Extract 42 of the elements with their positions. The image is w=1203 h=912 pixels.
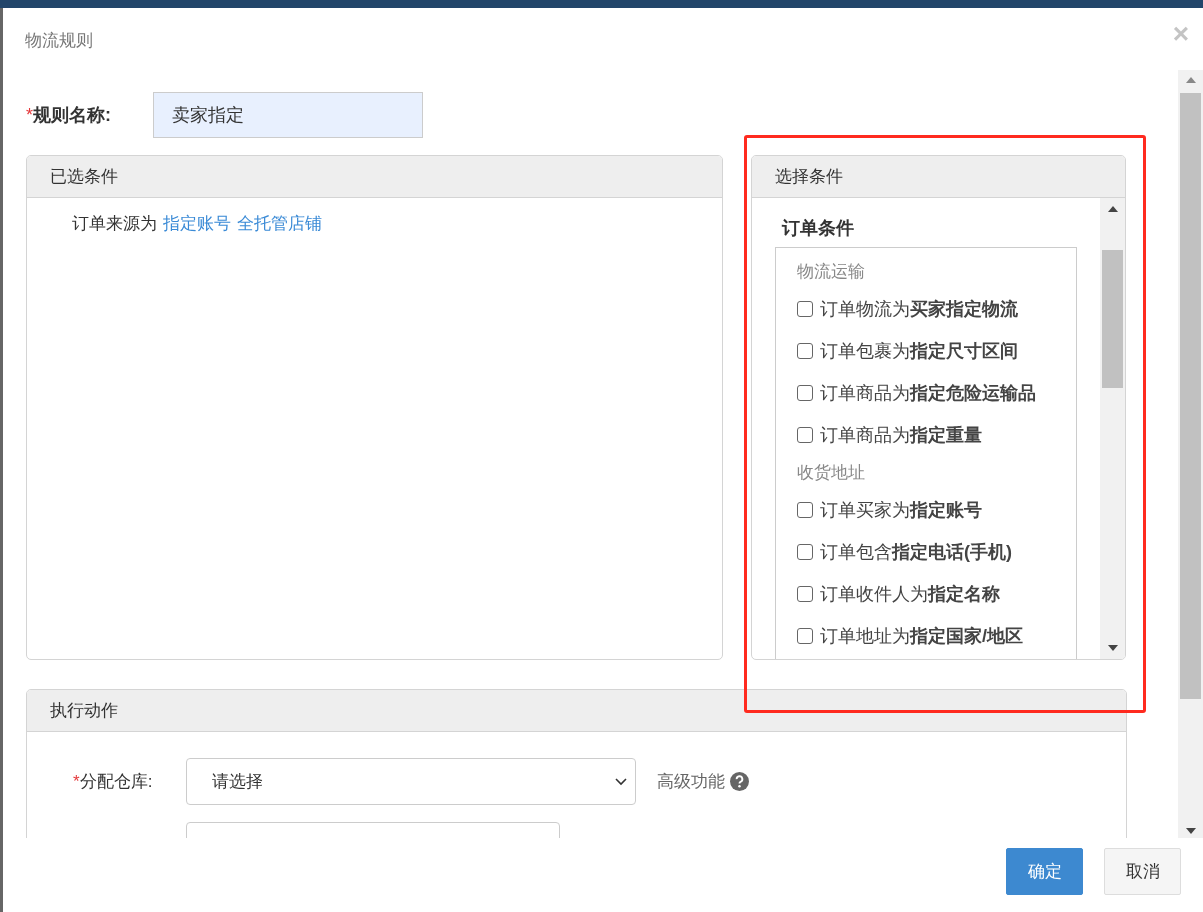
scroll-down-icon[interactable] xyxy=(1185,828,1196,834)
scroll-up-icon[interactable] xyxy=(1107,206,1118,212)
scroll-down-icon[interactable] xyxy=(1107,645,1118,651)
panel-title: 已选条件 xyxy=(50,166,118,188)
option-label: 订单收件人为指定名称 xyxy=(820,583,1000,606)
checkbox[interactable] xyxy=(797,502,813,518)
condition-link[interactable]: 全托管店铺 xyxy=(237,212,322,235)
required-mark: * xyxy=(73,772,80,791)
checkbox[interactable] xyxy=(797,385,813,401)
option-label: 订单商品为指定危险运输品 xyxy=(820,382,1036,405)
panel-title: 执行动作 xyxy=(50,700,118,722)
checkbox[interactable] xyxy=(797,301,813,317)
option-label: 订单物流为买家指定物流 xyxy=(820,298,1018,321)
field-label: 分配仓库: xyxy=(79,772,153,791)
checkbox[interactable] xyxy=(797,343,813,359)
scrollbar-thumb[interactable] xyxy=(1102,250,1123,388)
help-icon[interactable] xyxy=(730,772,749,791)
panel-title: 选择条件 xyxy=(775,166,843,188)
group-title: 物流运输 xyxy=(797,261,866,283)
confirm-button[interactable]: 确定 xyxy=(1006,848,1083,895)
advanced-label: 高级功能 xyxy=(657,771,725,793)
option-label: 订单商品为指定重量 xyxy=(820,424,982,447)
option-label: 订单地址为指定国家/地区 xyxy=(820,625,1023,648)
warehouse-select[interactable]: 请选择 xyxy=(186,758,636,805)
section-title: 订单条件 xyxy=(782,217,855,240)
rule-name-label: 规则名称: xyxy=(33,105,111,125)
checkbox[interactable] xyxy=(797,427,813,443)
option-label: 订单包含指定电话(手机) xyxy=(820,541,1012,564)
checkbox[interactable] xyxy=(797,586,813,602)
option-label: 订单包裹为指定尺寸区间 xyxy=(820,340,1018,363)
condition-link[interactable]: 指定账号 xyxy=(163,212,231,235)
checkbox[interactable] xyxy=(797,544,813,560)
chevron-down-icon xyxy=(615,777,627,786)
dialog-title: 物流规则 xyxy=(25,29,93,52)
condition-text: 订单来源为 xyxy=(72,213,157,235)
checkbox[interactable] xyxy=(797,628,813,644)
scrollbar-thumb[interactable] xyxy=(1180,93,1201,699)
rule-name-field[interactable]: 卖家指定 xyxy=(153,92,423,138)
cancel-button[interactable]: 取消 xyxy=(1104,848,1181,895)
required-mark: * xyxy=(26,105,33,125)
group-title: 收货地址 xyxy=(797,462,866,484)
option-label: 订单买家为指定账号 xyxy=(820,499,982,522)
